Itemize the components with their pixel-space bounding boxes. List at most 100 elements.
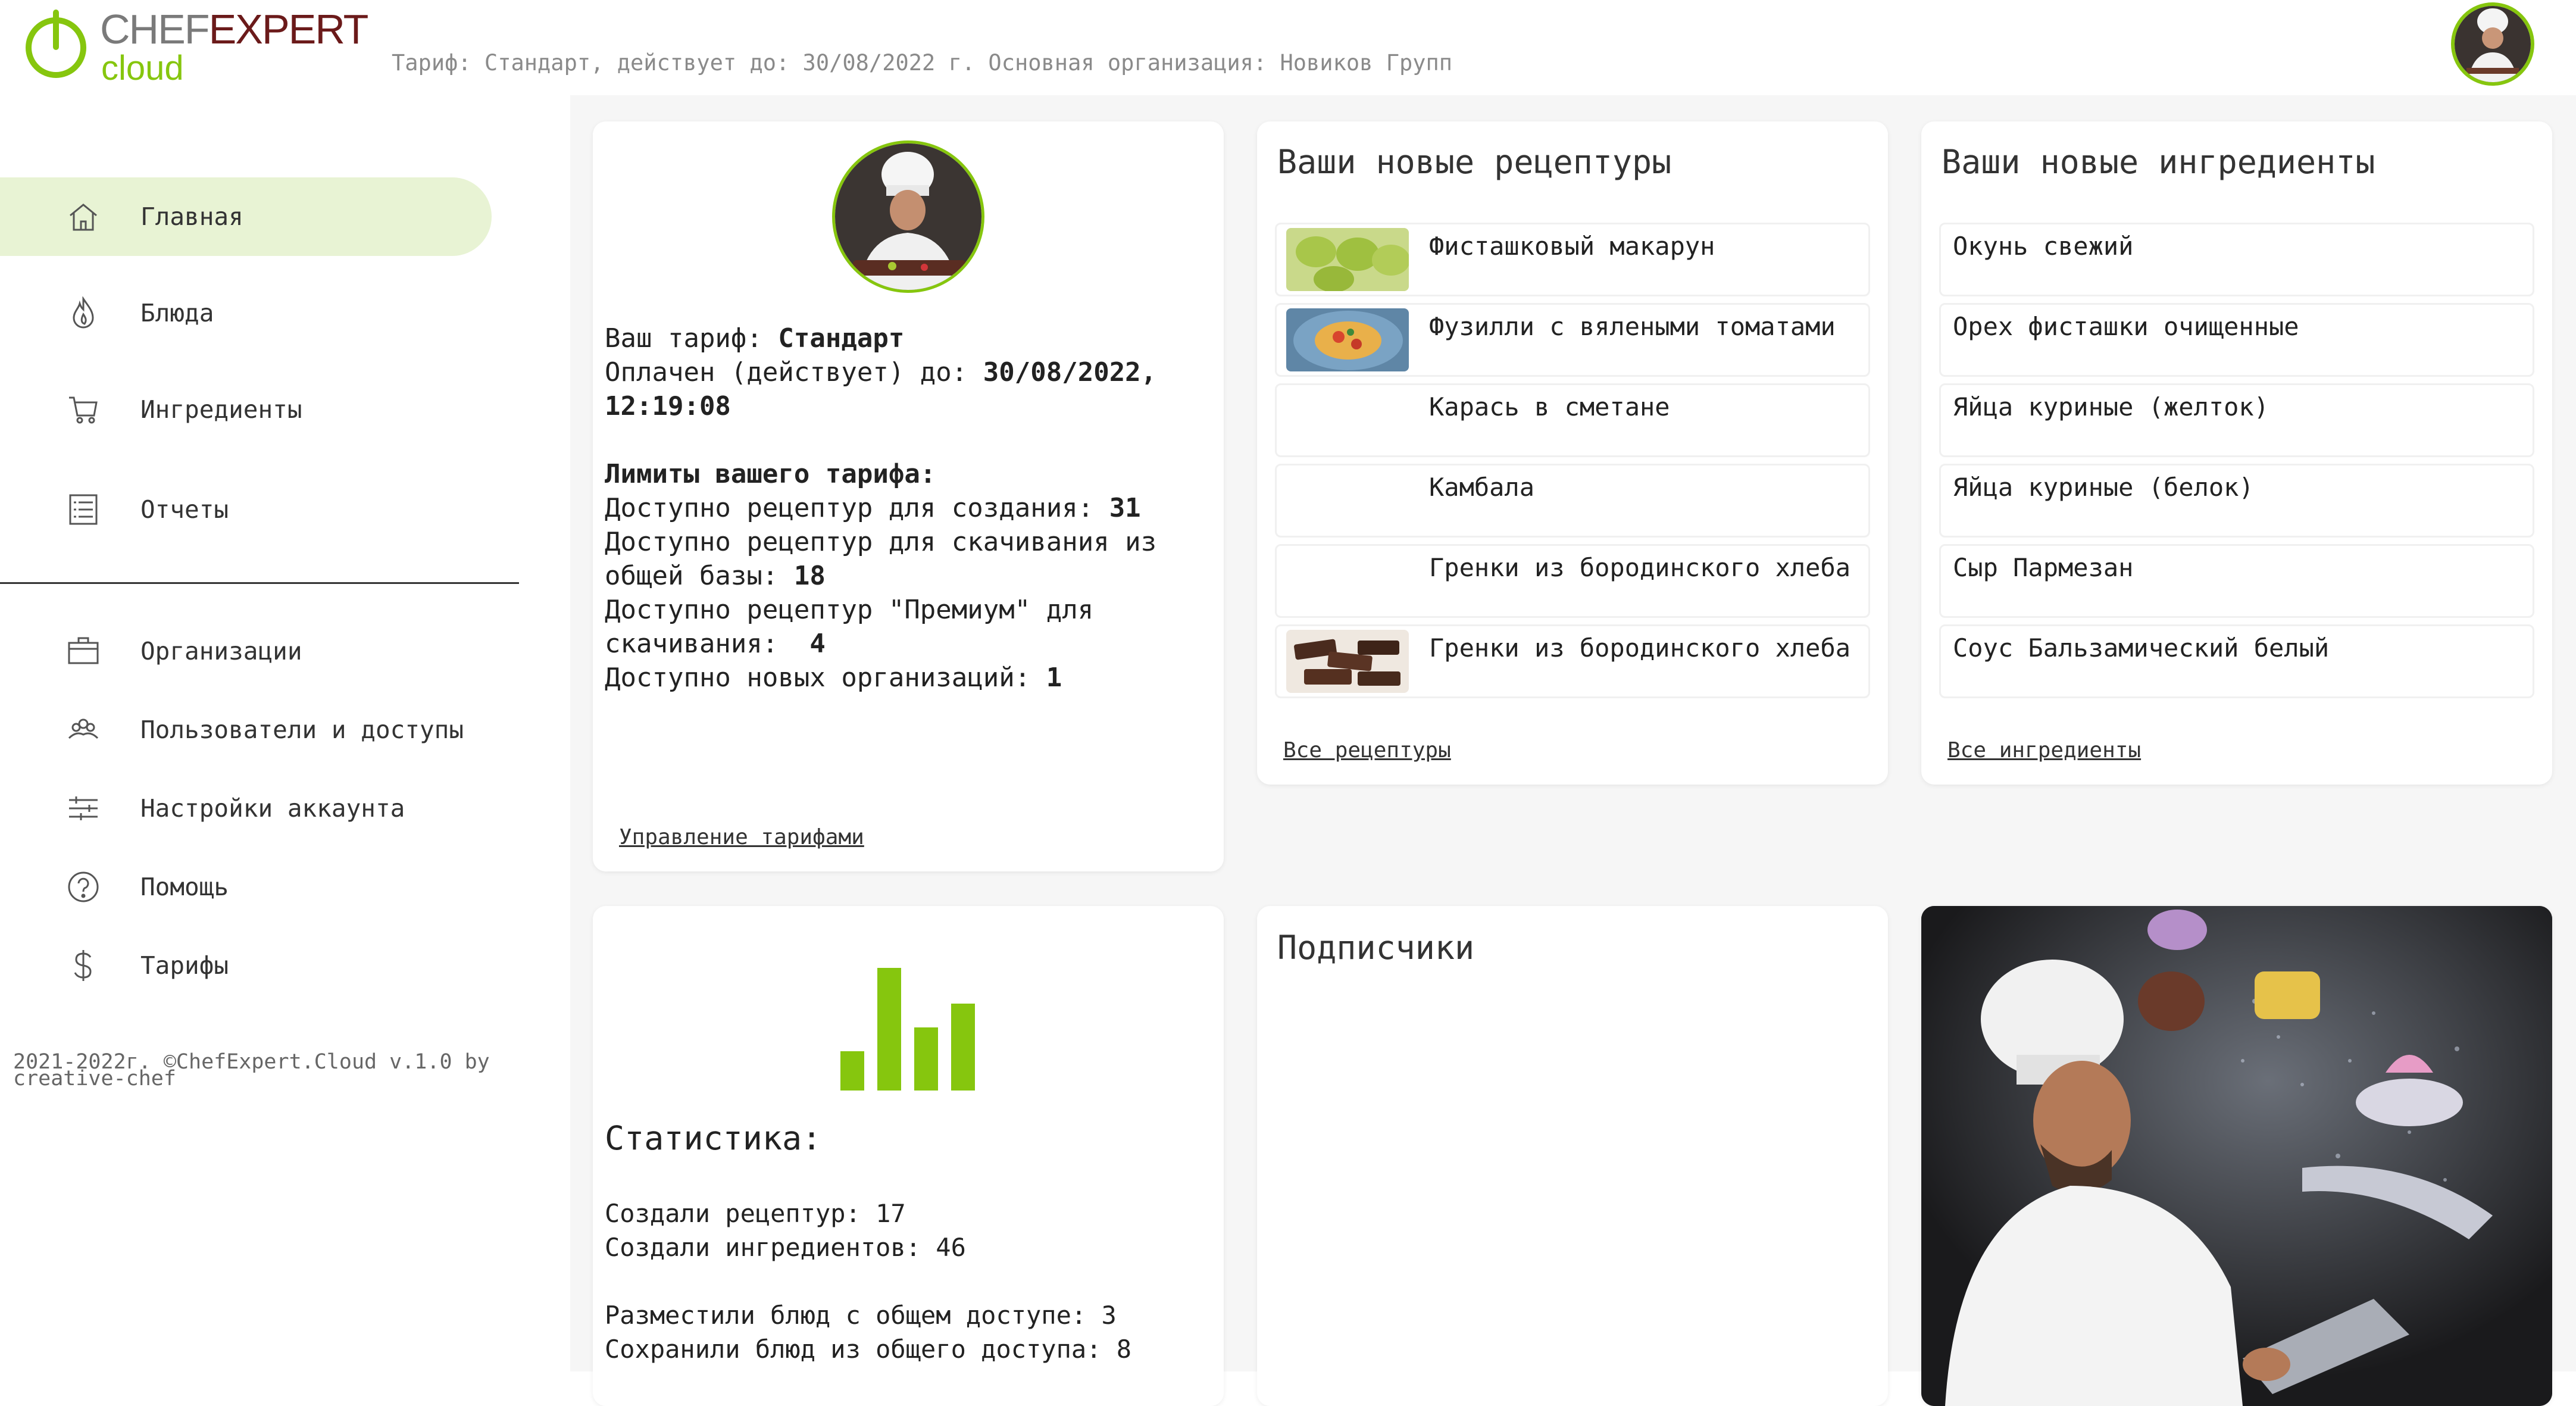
recipes-card: Ваши новые рецептуры Фисташковый макарун…: [1257, 121, 1888, 785]
recipe-name: Фузилли с вялеными томатами: [1429, 312, 1836, 341]
recipe-row[interactable]: Камбала: [1275, 464, 1870, 538]
stat-line: Сохранили блюд из общего доступа: 8: [605, 1335, 1132, 1364]
tariff-card: Ваш тариф: Стандарт Оплачен (действует) …: [593, 121, 1224, 871]
sidebar-item-settings[interactable]: Настройки аккаунта: [0, 769, 492, 848]
sidebar-item-label: Главная: [140, 202, 243, 231]
stats-card: Статистика: Создали рецептур: 17 Создали…: [593, 906, 1224, 1406]
recipe-name: Гренки из бородинского хлеба: [1429, 633, 1851, 663]
briefcase-icon: [64, 632, 102, 670]
all-ingredients-link[interactable]: Все ингредиенты: [1947, 738, 2141, 763]
limit-label: Доступно рецептур для скачивания из обще…: [605, 527, 1157, 591]
subscribers-title: Подписчики: [1277, 929, 1475, 967]
sidebar-footer: 2021-2022г. ©ChefExpert.Cloud v.1.0 by c…: [13, 1050, 490, 1091]
logo-wordmark: CHEFEXPERT: [100, 6, 368, 52]
users-icon: [64, 711, 102, 749]
manage-tariffs-link[interactable]: Управление тарифами: [619, 825, 864, 849]
ingredient-row[interactable]: Сыр Пармезан: [1939, 544, 2534, 618]
recipe-name: Карась в сметане: [1429, 392, 1670, 421]
list-icon: [64, 490, 102, 529]
limit-label: Доступно новых организаций:: [605, 663, 1046, 693]
flame-icon: [64, 294, 102, 332]
sidebar-item-label: Тарифы: [140, 951, 229, 980]
recipe-name: Камбала: [1429, 473, 1535, 502]
sidebar-item-label: Настройки аккаунта: [140, 794, 405, 823]
sliders-icon: [64, 789, 102, 827]
recipe-row[interactable]: Гренки из бородинского хлеба: [1275, 544, 1870, 618]
user-avatar[interactable]: [2451, 2, 2534, 86]
limit-line: Доступно новых организаций: 1: [605, 661, 1212, 695]
ingredient-row[interactable]: Орех фисташки очищенные: [1939, 303, 2534, 377]
logo[interactable]: CHEFEXPERT cloud: [23, 5, 368, 88]
all-recipes-link[interactable]: Все рецептуры: [1283, 738, 1451, 763]
logo-subtitle: cloud: [101, 49, 184, 88]
cart-icon: [64, 390, 102, 429]
limit-label: Доступно рецептур для создания:: [605, 493, 1109, 523]
sidebar-item-users[interactable]: Пользователи и доступы: [0, 690, 492, 769]
recipes-title: Ваши новые рецептуры: [1277, 143, 1672, 181]
limit-line: Доступно рецептур "Премиум" для скачиван…: [605, 593, 1212, 661]
dollar-icon: [64, 946, 102, 985]
stats-details: Создали рецептур: 17 Создали ингредиенто…: [605, 1196, 1212, 1366]
recipe-row[interactable]: Карась в сметане: [1275, 383, 1870, 457]
limit-value: 4: [809, 629, 826, 659]
sidebar-item-label: Блюда: [140, 299, 214, 327]
chef-avatar-image: [2455, 6, 2531, 82]
sidebar-item-label: Отчеты: [140, 495, 229, 524]
limit-line: Доступно рецептур для скачивания из обще…: [605, 525, 1212, 593]
sidebar-item-reports[interactable]: Отчеты: [0, 470, 492, 549]
chef-avatar: [832, 140, 984, 293]
recipe-row[interactable]: Гренки из бородинского хлеба: [1275, 624, 1870, 698]
ingredient-row[interactable]: Яйца куриные (белок): [1939, 464, 2534, 538]
recipe-name: Гренки из бородинского хлеба: [1429, 553, 1851, 582]
ingredient-name: Сыр Пармезан: [1953, 553, 2134, 582]
tariff-info-text: Тариф: Стандарт, действует до: 30/08/202…: [392, 50, 1453, 76]
sidebar-item-organizations[interactable]: Организации: [0, 612, 492, 690]
sidebar-item-label: Помощь: [140, 873, 229, 901]
recipe-name: Фисташковый макарун: [1429, 232, 1715, 261]
tariff-paid-label: Оплачен (действует) до:: [605, 357, 983, 388]
ingredient-row[interactable]: Яйца куриные (желток): [1939, 383, 2534, 457]
sidebar-item-label: Пользователи и доступы: [140, 716, 464, 744]
recipe-row[interactable]: Фисташковый макарун: [1275, 223, 1870, 296]
chef-promo-image: [1921, 906, 2552, 1406]
ingredient-name: Орех фисташки очищенные: [1953, 312, 2299, 341]
tariff-details: Ваш тариф: Стандарт Оплачен (действует) …: [605, 321, 1212, 695]
ingredients-card: Ваши новые ингредиенты Окунь свежий Орех…: [1921, 121, 2552, 785]
tariff-plan-label: Ваш тариф:: [605, 323, 779, 354]
limit-value: 18: [793, 561, 826, 591]
sidebar-item-label: Ингредиенты: [140, 395, 302, 424]
help-icon: [64, 868, 102, 906]
tariff-plan-value: Стандарт: [778, 323, 905, 354]
sidebar-item-ingredients[interactable]: Ингредиенты: [0, 370, 492, 449]
subscribers-card: Подписчики: [1257, 906, 1888, 1406]
sidebar-item-home[interactable]: Главная: [0, 177, 492, 256]
recipe-row[interactable]: Фузилли с вялеными томатами: [1275, 303, 1870, 377]
tariff-plan-line: Ваш тариф: Стандарт: [605, 321, 1212, 355]
limit-value: 1: [1046, 663, 1062, 693]
macaron-photo: [1286, 228, 1409, 291]
tariff-paid-line: Оплачен (действует) до: 30/08/2022, 12:1…: [605, 355, 1212, 423]
sidebar-item-dishes[interactable]: Блюда: [0, 274, 492, 352]
ingredient-name: Яйца куриные (желток): [1953, 392, 2269, 421]
sidebar-item-tariffs[interactable]: Тарифы: [0, 926, 492, 1005]
stat-line: Создали ингредиентов: 46: [605, 1233, 966, 1262]
stat-line: Создали рецептур: 17: [605, 1199, 906, 1228]
ingredient-name: Соус Бальзамический белый: [1953, 633, 2330, 663]
limits-title: Лимиты вашего тарифа:: [605, 459, 936, 489]
main-content: Ваш тариф: Стандарт Оплачен (действует) …: [570, 95, 2576, 1406]
ingredient-name: Яйца куриные (белок): [1953, 473, 2254, 502]
sidebar-divider: [0, 582, 519, 584]
ingredients-title: Ваши новые ингредиенты: [1942, 143, 2375, 181]
stat-line: Разместили блюд с общем доступе: 3: [605, 1301, 1117, 1330]
fusilli-photo: [1286, 308, 1409, 371]
ingredient-row[interactable]: Соус Бальзамический белый: [1939, 624, 2534, 698]
home-icon: [64, 198, 102, 236]
chef-photo: [835, 143, 981, 290]
stats-title: Статистика:: [605, 1119, 822, 1157]
ingredient-row[interactable]: Окунь свежий: [1939, 223, 2534, 296]
bar-chart-icon: [840, 968, 975, 1091]
promo-image-card: [1921, 906, 2552, 1406]
limit-label: Доступно рецептур "Премиум" для скачиван…: [605, 595, 1109, 659]
ingredient-name: Окунь свежий: [1953, 232, 2134, 261]
sidebar-item-help[interactable]: Помощь: [0, 848, 492, 926]
